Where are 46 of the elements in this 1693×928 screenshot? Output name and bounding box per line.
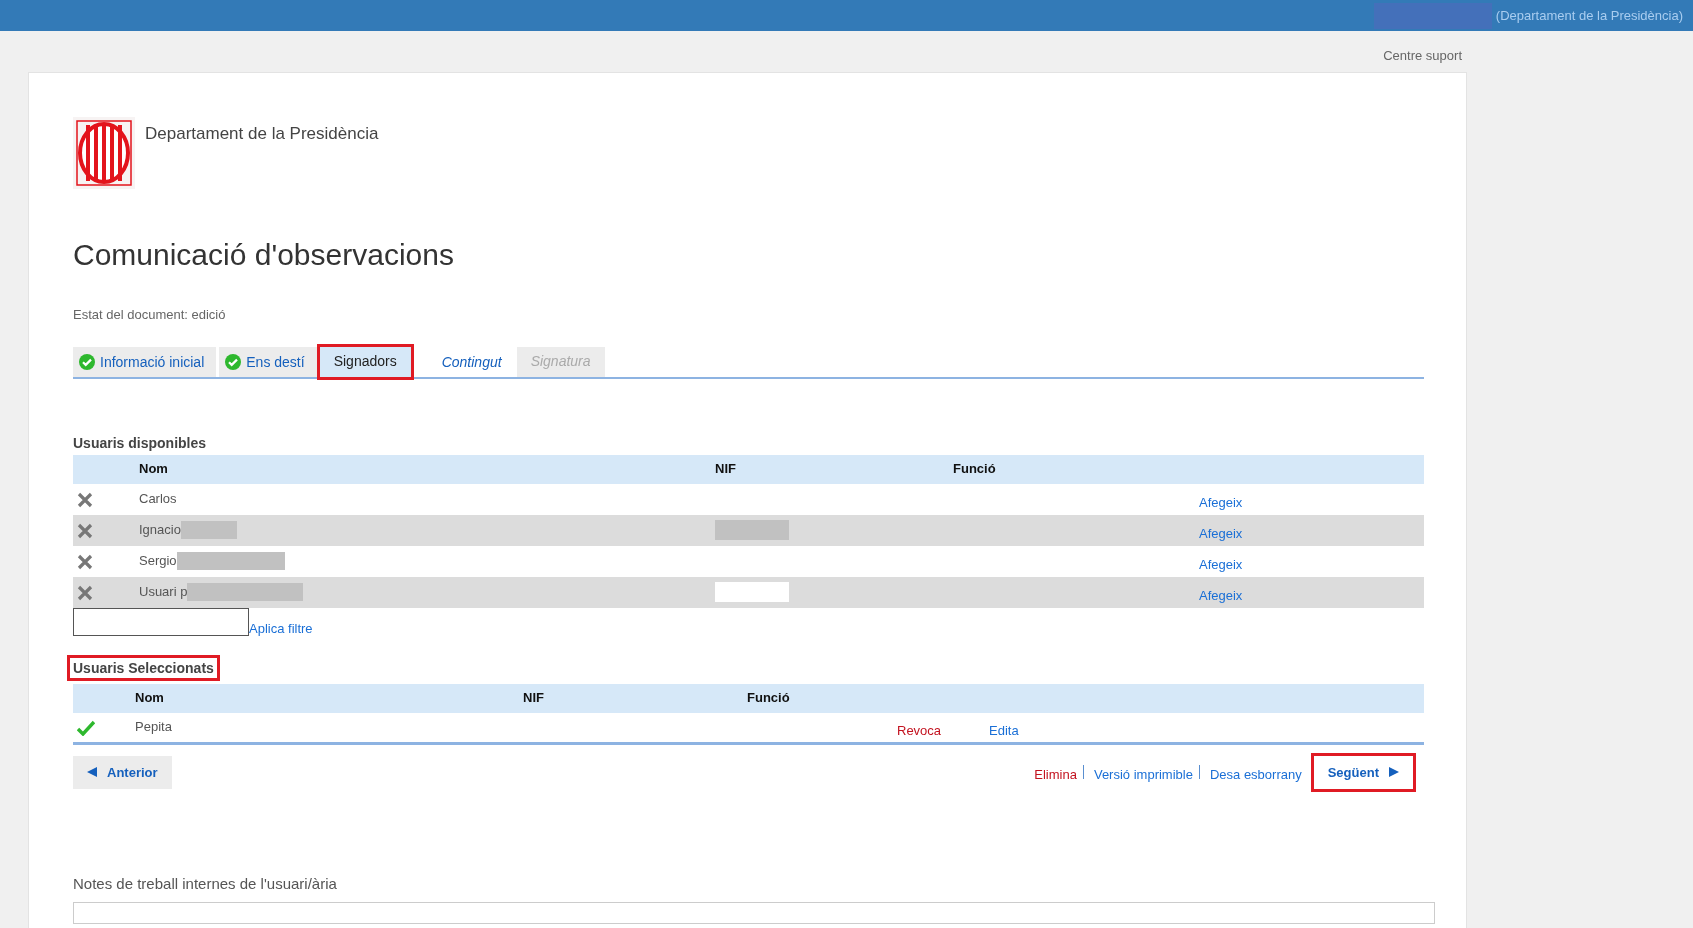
left-triangle-icon	[87, 767, 97, 778]
table-cell-text: Usuari p	[139, 583, 188, 602]
notes-label: Notes de treball internes de l'usuari/ària	[73, 874, 338, 894]
tab[interactable]: Informació inicial	[73, 346, 217, 377]
previous-button[interactable]: Anterior	[73, 755, 172, 789]
check-circle-icon	[225, 354, 242, 370]
page-title: Comunicació d'observacions	[73, 237, 455, 273]
edit-link[interactable]: Edita	[989, 723, 1019, 739]
revoke-link[interactable]: Revoca	[897, 723, 942, 739]
close-icon	[77, 491, 93, 508]
column-header: Nom	[139, 461, 168, 477]
table-cell-text: Sergio	[139, 552, 177, 571]
table-cell-text: Ignacio	[139, 521, 181, 540]
next-button[interactable]: Següent	[1313, 755, 1413, 789]
add-link[interactable]: Afegeix	[1199, 588, 1243, 604]
footer-link[interactable]: Desa esborrany	[1209, 764, 1302, 784]
column-header: Funció	[747, 690, 790, 706]
check-circle-icon	[79, 354, 95, 370]
filter-field[interactable]	[73, 607, 249, 636]
check-icon	[77, 719, 95, 736]
department-name: Departament de la Presidència	[145, 123, 379, 145]
table-cell-text: Carlos	[139, 490, 177, 509]
support-link[interactable]: Centre suport	[1383, 48, 1462, 63]
column-header: Funció	[953, 461, 996, 477]
tab[interactable]: Signadors	[319, 346, 411, 377]
add-link[interactable]: Afegeix	[1199, 495, 1243, 511]
column-header: Nom	[135, 690, 164, 706]
add-link[interactable]: Afegeix	[1199, 526, 1243, 542]
footer-link[interactable]: Versió imprimible	[1093, 764, 1193, 784]
right-triangle-icon	[1389, 767, 1399, 778]
table-cell: Pepita	[135, 719, 172, 735]
close-icon	[77, 522, 93, 539]
tab[interactable]: Ens destí	[219, 346, 317, 377]
striped-emblem-logo	[73, 117, 135, 189]
close-icon	[77, 553, 93, 570]
section-heading: Usuaris Seleccionats	[70, 657, 217, 679]
department-label: (Departament de la Presidència)	[1494, 6, 1684, 25]
apply-filter-link[interactable]: Aplica filtre	[249, 619, 313, 639]
column-header: NIF	[523, 690, 544, 706]
column-header: NIF	[715, 461, 736, 477]
section-heading: Usuaris disponibles	[73, 433, 207, 453]
footer-link[interactable]: Elimina	[1034, 764, 1077, 784]
close-icon	[77, 584, 93, 601]
add-link[interactable]: Afegeix	[1199, 557, 1243, 573]
notes-field[interactable]	[73, 901, 1435, 924]
document-status: Estat del document: edició	[73, 306, 227, 324]
